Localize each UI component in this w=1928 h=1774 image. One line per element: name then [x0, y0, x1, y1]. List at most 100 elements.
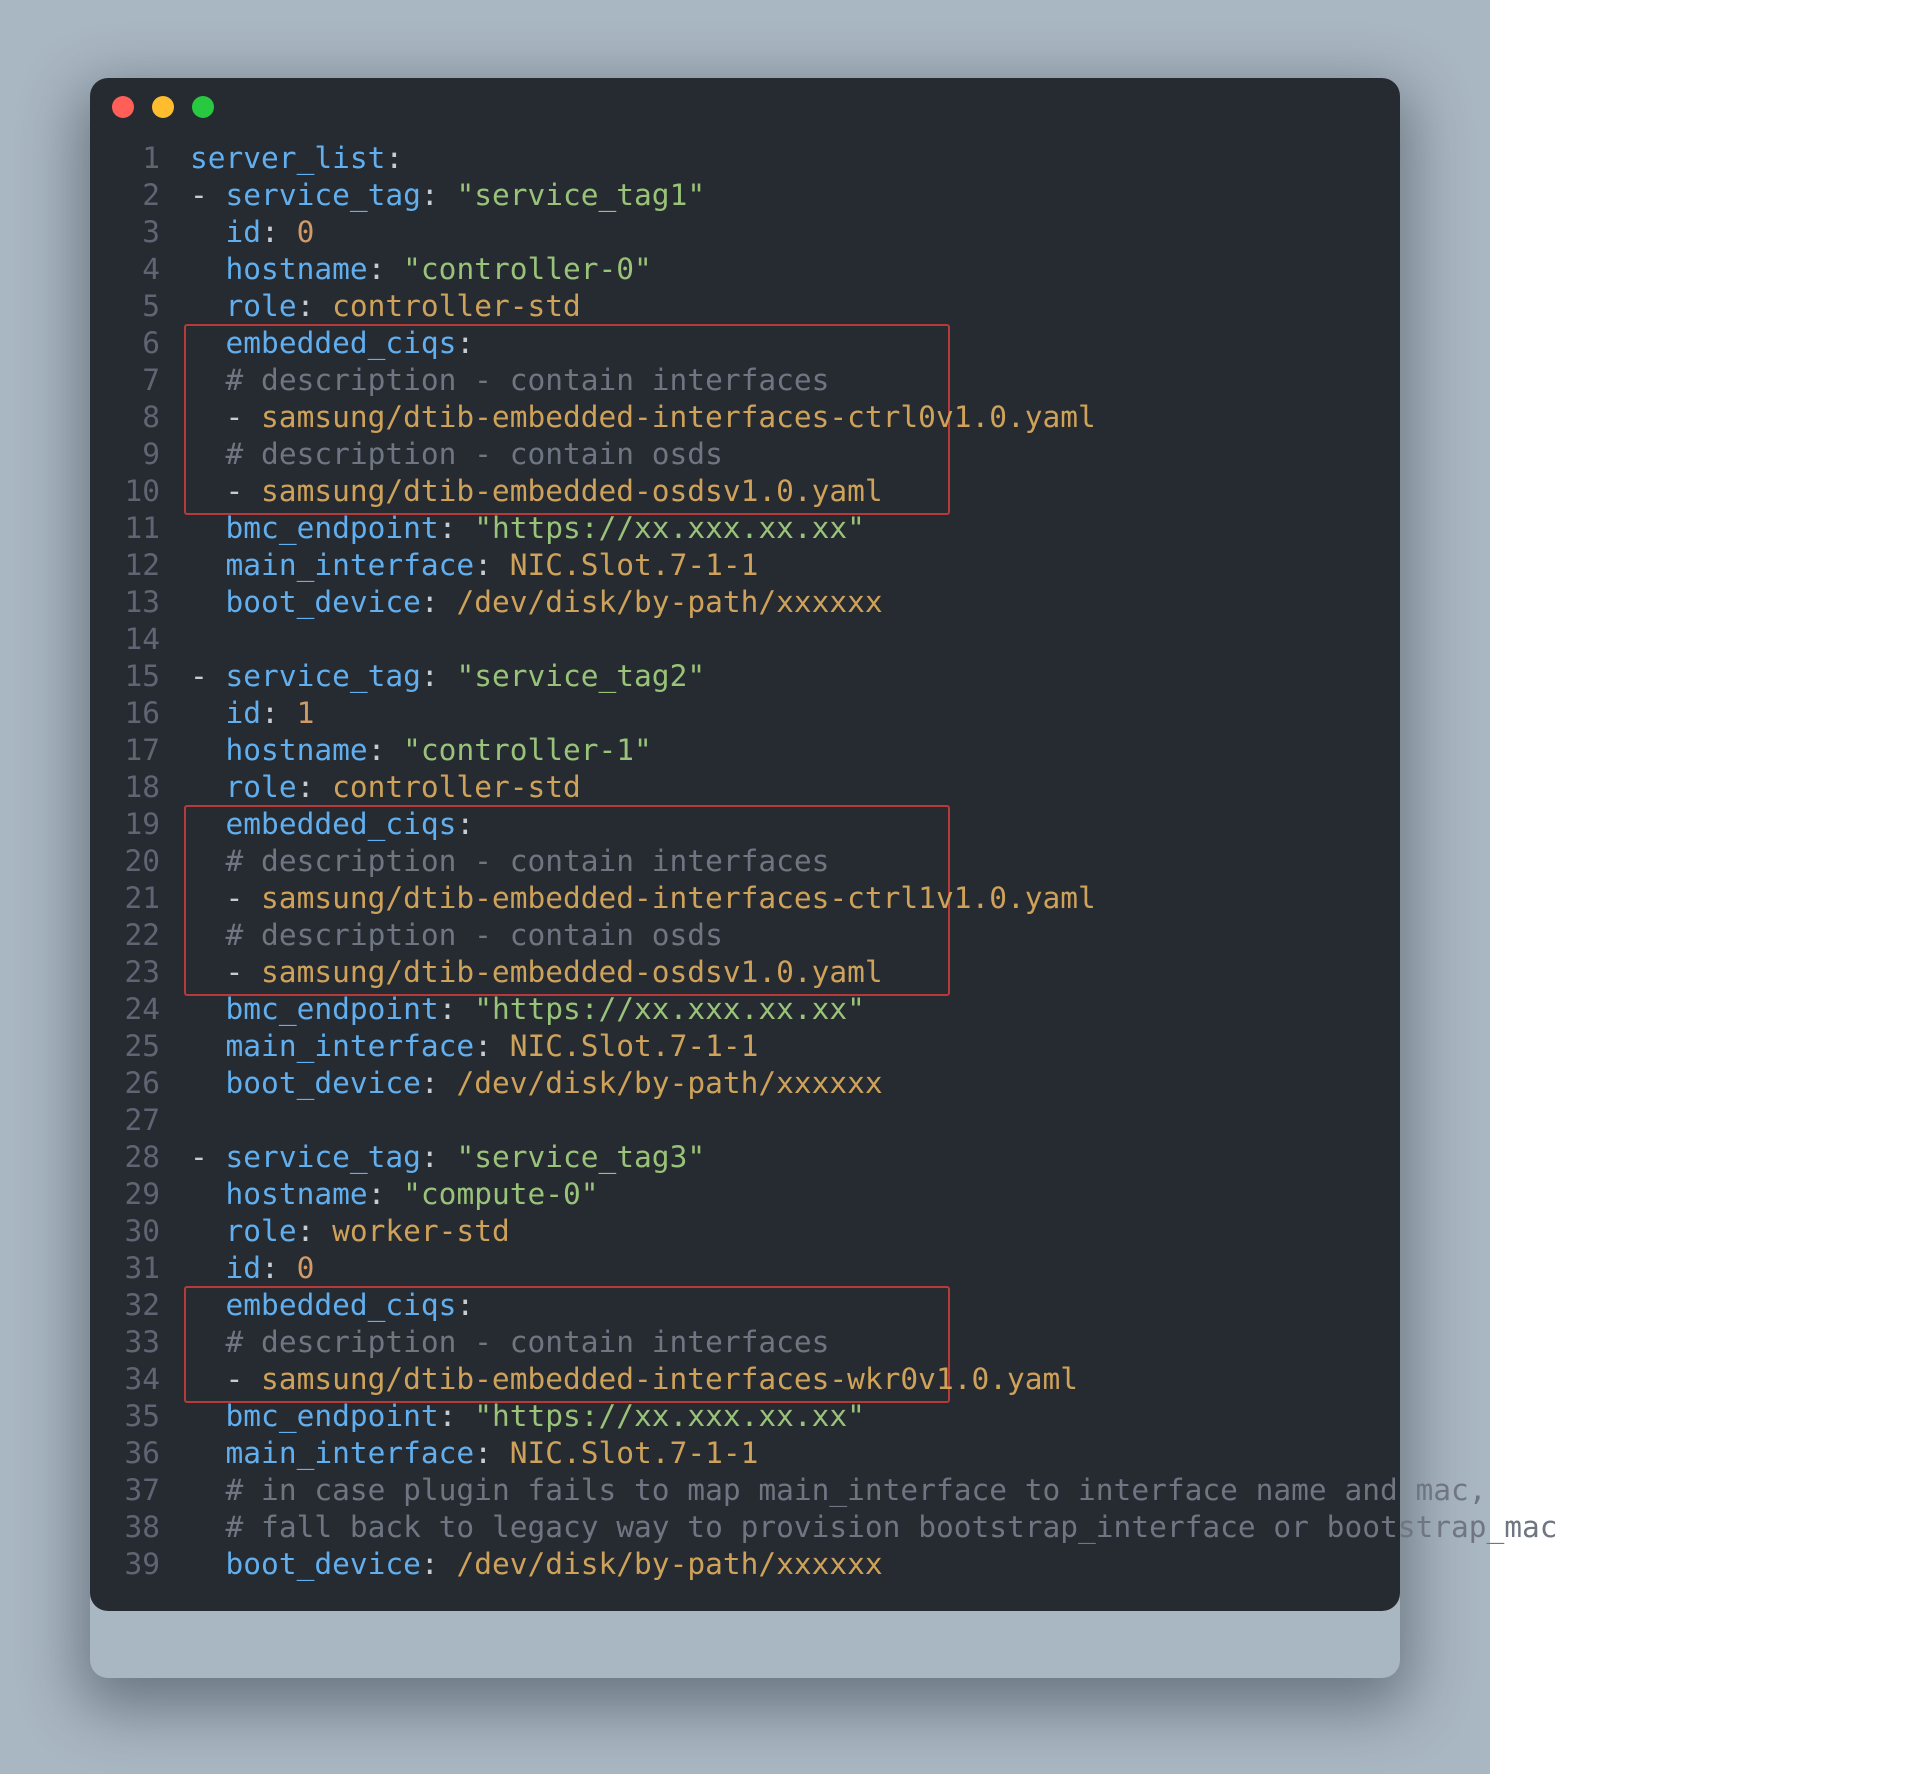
minimize-icon[interactable] [152, 96, 174, 118]
line-number: 16 [90, 695, 190, 732]
token-str: "compute-0" [403, 1177, 598, 1211]
code-line: 8 - samsung/dtib-embedded-interfaces-ctr… [90, 399, 1400, 436]
token-punc: - [190, 881, 261, 915]
code-text: server_list: [190, 140, 403, 177]
token-plain: /dev/disk/by-path/xxxxxx [456, 1066, 882, 1100]
token-cmt: # description - contain osds [226, 437, 723, 471]
token-plain: /dev/disk/by-path/xxxxxx [456, 585, 882, 619]
code-line: 18 role: controller-std [90, 769, 1400, 806]
line-number: 30 [90, 1213, 190, 1250]
token-key: main_interface [226, 1029, 475, 1063]
token-str: "controller-1" [403, 733, 652, 767]
token-str: "https://xx.xxx.xx.xx" [474, 1399, 865, 1433]
code-line: 34 - samsung/dtib-embedded-interfaces-wk… [90, 1361, 1400, 1398]
token-plain: /dev/disk/by-path/xxxxxx [456, 1547, 882, 1581]
token-cmt: # description - contain interfaces [226, 844, 830, 878]
code-text: main_interface: NIC.Slot.7-1-1 [190, 547, 758, 584]
token-punc [190, 1325, 226, 1359]
line-number: 18 [90, 769, 190, 806]
token-cmt: # fall back to legacy way to provision b… [226, 1510, 1558, 1544]
line-number: 34 [90, 1361, 190, 1398]
token-punc [190, 1399, 226, 1433]
token-punc [190, 992, 226, 1026]
line-number: 15 [90, 658, 190, 695]
code-line: 24 bmc_endpoint: "https://xx.xxx.xx.xx" [90, 991, 1400, 1028]
token-key: service_tag [226, 1140, 421, 1174]
code-text: id: 0 [190, 1250, 314, 1287]
code-line: 13 boot_device: /dev/disk/by-path/xxxxxx [90, 584, 1400, 621]
token-punc [190, 1473, 226, 1507]
token-cmt: # description - contain osds [226, 918, 723, 952]
line-number: 4 [90, 251, 190, 288]
code-text: role: controller-std [190, 288, 581, 325]
token-punc [190, 733, 226, 767]
token-key: boot_device [226, 1547, 421, 1581]
token-punc: - [190, 400, 261, 434]
token-punc: : [474, 1029, 510, 1063]
line-number: 33 [90, 1324, 190, 1361]
token-punc: - [190, 659, 226, 693]
token-str: "service_tag3" [456, 1140, 705, 1174]
line-number: 3 [90, 214, 190, 251]
token-key: hostname [226, 1177, 368, 1211]
token-punc: : [456, 326, 474, 360]
code-line: 27 [90, 1102, 1400, 1139]
code-text: role: controller-std [190, 769, 581, 806]
token-punc [190, 252, 226, 286]
token-punc [190, 1547, 226, 1581]
zoom-icon[interactable] [192, 96, 214, 118]
token-punc: : [439, 1399, 475, 1433]
line-number: 8 [90, 399, 190, 436]
token-punc [190, 363, 226, 397]
token-str: "https://xx.xxx.xx.xx" [474, 992, 865, 1026]
token-punc [190, 1177, 226, 1211]
token-key: id [226, 696, 262, 730]
token-punc: : [474, 548, 510, 582]
token-punc: : [456, 1288, 474, 1322]
token-plain: NIC.Slot.7-1-1 [510, 1029, 759, 1063]
token-punc: : [368, 252, 404, 286]
code-line: 22 # description - contain osds [90, 917, 1400, 954]
code-text: embedded_ciqs: [190, 806, 474, 843]
token-str: "controller-0" [403, 252, 652, 286]
token-key: embedded_ciqs [226, 326, 457, 360]
token-punc [190, 1214, 226, 1248]
code-text: # description - contain interfaces [190, 1324, 829, 1361]
code-line: 36 main_interface: NIC.Slot.7-1-1 [90, 1435, 1400, 1472]
code-text: # description - contain interfaces [190, 843, 829, 880]
token-punc [190, 1251, 226, 1285]
token-punc [190, 548, 226, 582]
token-punc: : [297, 1214, 333, 1248]
token-key: service_tag [226, 178, 421, 212]
token-punc: : [261, 1251, 297, 1285]
line-number: 12 [90, 547, 190, 584]
token-punc: : [368, 733, 404, 767]
token-cmt: # description - contain interfaces [226, 363, 830, 397]
token-num: 1 [297, 696, 315, 730]
code-line: 20 # description - contain interfaces [90, 843, 1400, 880]
line-number: 22 [90, 917, 190, 954]
token-punc: : [439, 511, 475, 545]
code-area: 1server_list:2- service_tag: "service_ta… [90, 140, 1400, 1583]
line-number: 11 [90, 510, 190, 547]
close-icon[interactable] [112, 96, 134, 118]
line-number: 24 [90, 991, 190, 1028]
code-text: boot_device: /dev/disk/by-path/xxxxxx [190, 584, 883, 621]
line-number: 14 [90, 621, 190, 658]
token-num: 0 [297, 215, 315, 249]
code-text: main_interface: NIC.Slot.7-1-1 [190, 1435, 758, 1472]
token-plain: samsung/dtib-embedded-interfaces-ctrl1v1… [261, 881, 1096, 915]
code-text: id: 1 [190, 695, 314, 732]
code-text: boot_device: /dev/disk/by-path/xxxxxx [190, 1065, 883, 1102]
token-key: hostname [226, 733, 368, 767]
token-punc: - [190, 1140, 226, 1174]
code-line: 7 # description - contain interfaces [90, 362, 1400, 399]
code-text: - samsung/dtib-embedded-osdsv1.0.yaml [190, 473, 883, 510]
token-punc [190, 437, 226, 471]
token-key: main_interface [226, 1436, 475, 1470]
token-str: "service_tag1" [456, 178, 705, 212]
code-line: 9 # description - contain osds [90, 436, 1400, 473]
token-punc [190, 770, 226, 804]
token-punc [190, 696, 226, 730]
token-punc [190, 326, 226, 360]
